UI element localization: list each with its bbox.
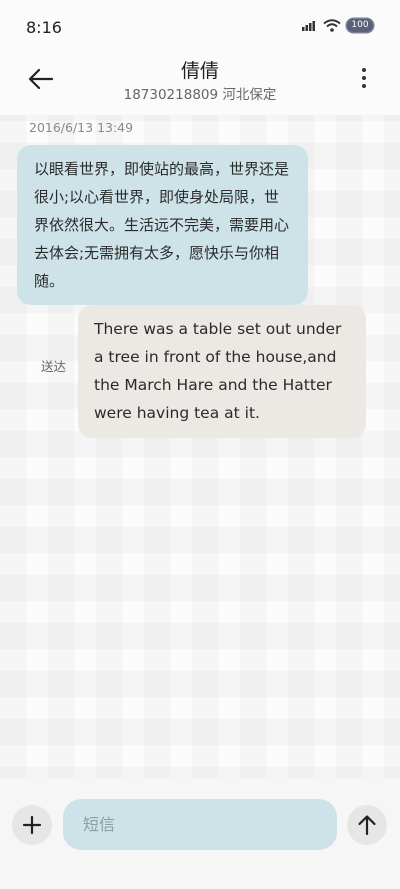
contact-name: 倩倩 xyxy=(180,60,219,82)
more-vertical-icon xyxy=(362,68,366,88)
delivery-status: 送达 xyxy=(41,359,67,374)
battery-icon: 100 xyxy=(347,19,373,32)
more-options-button[interactable] xyxy=(358,66,370,92)
wifi-icon xyxy=(323,19,341,32)
add-attachment-button[interactable] xyxy=(12,805,52,845)
status-icons: 100 xyxy=(301,19,373,32)
send-button[interactable] xyxy=(347,805,387,845)
incoming-message-bubble[interactable]: 以眼看世界，即使站的最高，世界还是很小;以心看世界，即使身处局限，世界依然很大。… xyxy=(17,145,308,305)
contact-subtitle: 18730218809 河北保定 xyxy=(123,87,277,103)
arrow-up-icon xyxy=(358,815,376,836)
status-bar: 8:16 100 xyxy=(0,0,400,56)
plus-icon xyxy=(22,815,42,835)
volte-icon xyxy=(302,20,315,31)
outgoing-message-bubble[interactable]: There was a table set out under a tree i… xyxy=(78,305,366,438)
message-timestamp: 2016/6/13 13:49 xyxy=(29,120,134,135)
status-time: 8:16 xyxy=(26,18,62,37)
message-input[interactable] xyxy=(63,799,337,850)
